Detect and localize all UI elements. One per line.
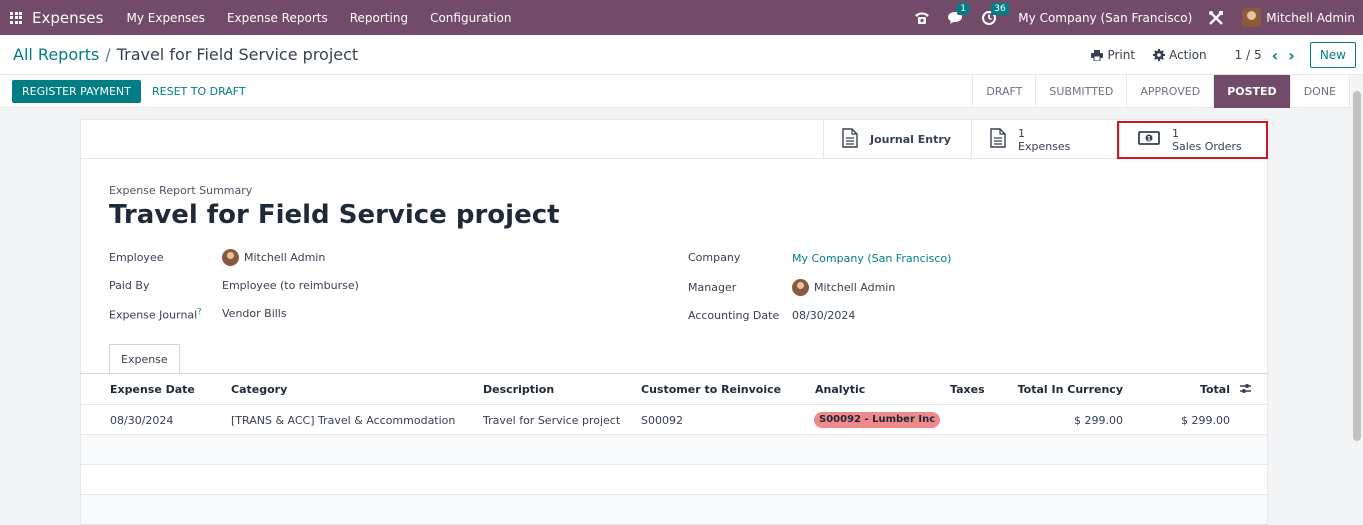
company-field[interactable]: My Company (San Francisco): [792, 252, 951, 265]
employee-field[interactable]: Mitchell Admin: [222, 249, 325, 266]
table-row[interactable]: 08/30/2024 [TRANS & ACC] Travel & Accomm…: [81, 405, 1267, 435]
top-navbar: Expenses My Expenses Expense Reports Rep…: [0, 0, 1363, 35]
table-header: Expense Date Category Description Custom…: [81, 374, 1267, 405]
paid-by-field[interactable]: Employee (to reimburse): [222, 279, 359, 292]
empty-row: [81, 495, 1267, 525]
register-payment-button[interactable]: REGISTER PAYMENT: [12, 80, 141, 103]
expenses-label: Expenses: [1018, 139, 1071, 153]
main-menu: My Expenses Expense Reports Reporting Co…: [115, 11, 522, 25]
phone-icon[interactable]: [914, 11, 930, 25]
column-settings-icon[interactable]: [1239, 382, 1252, 398]
status-bar: REGISTER PAYMENT RESET TO DRAFT DRAFT SU…: [0, 75, 1363, 108]
journal-entry-smart-button[interactable]: Journal Entry: [823, 120, 971, 159]
manager-field[interactable]: Mitchell Admin: [792, 279, 895, 296]
smart-button-box: Journal Entry 1 Expenses 1 1 Sales Order…: [81, 120, 1268, 159]
user-name: Mitchell Admin: [1266, 10, 1355, 25]
stage-pipeline: DRAFT SUBMITTED APPROVED POSTED DONE: [972, 75, 1350, 108]
accounting-date-label: Accounting Date: [688, 309, 780, 322]
form-subtitle: Expense Report Summary: [109, 184, 253, 197]
tab-expense[interactable]: Expense: [109, 344, 180, 374]
new-button[interactable]: New: [1309, 42, 1356, 68]
stage-done[interactable]: DONE: [1291, 75, 1350, 108]
manager-value: Mitchell Admin: [814, 281, 896, 294]
menu-configuration[interactable]: Configuration: [419, 11, 522, 25]
breadcrumb-all-reports[interactable]: All Reports: [13, 45, 99, 64]
menu-reporting[interactable]: Reporting: [339, 11, 419, 25]
col-description[interactable]: Description: [483, 383, 554, 396]
cell-category: [TRANS & ACC] Travel & Accommodation: [231, 414, 456, 427]
employee-avatar: [222, 249, 239, 266]
pager-next-icon[interactable]: ›: [1288, 46, 1295, 65]
expense-lines-table: Expense Date Category Description Custom…: [81, 374, 1267, 525]
accounting-date-field[interactable]: 08/30/2024: [792, 309, 855, 322]
col-expense-date[interactable]: Expense Date: [110, 383, 195, 396]
breadcrumb: All Reports / Travel for Field Service pro…: [13, 45, 358, 64]
expense-journal-label: Expense Journal?: [109, 307, 201, 322]
manager-label: Manager: [688, 281, 737, 294]
cell-description: Travel for Service project: [483, 414, 621, 427]
menu-expense-reports[interactable]: Expense Reports: [216, 11, 339, 25]
action-label: Action: [1169, 48, 1207, 62]
expense-journal-label-text: Expense Journal: [109, 308, 198, 322]
pager-value[interactable]: 1 / 5: [1235, 48, 1262, 62]
col-total[interactable]: Total: [1200, 383, 1230, 396]
employee-label: Employee: [109, 251, 164, 264]
empty-row: [81, 435, 1267, 465]
stage-draft[interactable]: DRAFT: [973, 75, 1037, 108]
manager-avatar: [792, 279, 809, 296]
col-category[interactable]: Category: [231, 383, 287, 396]
analytic-tag: S00092 - Lumber Inc: [814, 412, 941, 428]
vertical-scrollbar[interactable]: [1351, 75, 1363, 525]
col-taxes[interactable]: Taxes: [950, 383, 985, 396]
expense-journal-field[interactable]: Vendor Bills: [222, 307, 287, 320]
cell-total-in-currency: $ 299.00: [1074, 414, 1123, 427]
stage-submitted[interactable]: SUBMITTED: [1036, 75, 1128, 108]
cell-total: $ 299.00: [1181, 414, 1230, 427]
scrollbar-thumb[interactable]: [1353, 91, 1361, 441]
document-icon: [842, 128, 858, 151]
chat-icon[interactable]: 1: [948, 2, 970, 25]
reset-to-draft-button[interactable]: RESET TO DRAFT: [152, 80, 246, 103]
pager-previous-icon[interactable]: ‹: [1272, 46, 1279, 65]
help-tooltip-icon[interactable]: ?: [197, 307, 201, 316]
form-sheet: Journal Entry 1 Expenses 1 1 Sales Order…: [80, 119, 1268, 525]
expenses-count: 1: [1018, 126, 1025, 140]
breadcrumb-separator: /: [105, 45, 111, 64]
chat-badge: 1: [957, 2, 970, 15]
document-icon: [990, 128, 1006, 151]
stage-posted[interactable]: POSTED: [1214, 75, 1291, 108]
menu-my-expenses[interactable]: My Expenses: [115, 11, 215, 25]
col-analytic[interactable]: Analytic: [815, 383, 865, 396]
expenses-smart-button[interactable]: 1 Expenses: [971, 120, 1119, 159]
empty-row: [81, 465, 1267, 495]
apps-menu-icon[interactable]: [10, 11, 22, 24]
control-panel: All Reports / Travel for Field Service pro…: [0, 35, 1363, 75]
paid-by-label: Paid By: [109, 279, 150, 292]
stage-approved[interactable]: APPROVED: [1127, 75, 1215, 108]
print-label: Print: [1107, 48, 1136, 62]
gear-icon: [1153, 49, 1166, 61]
highlight-box: [1117, 121, 1268, 159]
app-name[interactable]: Expenses: [32, 9, 103, 27]
debug-tools-icon[interactable]: [1208, 10, 1224, 26]
user-avatar: [1242, 8, 1262, 27]
journal-entry-label: Journal Entry: [870, 133, 951, 146]
col-customer-to-reinvoice[interactable]: Customer to Reinvoice: [641, 383, 781, 396]
clock-icon[interactable]: 36: [982, 2, 1009, 25]
print-icon: [1091, 49, 1104, 61]
user-menu[interactable]: Mitchell Admin: [1242, 8, 1355, 27]
action-button[interactable]: Action: [1153, 48, 1207, 62]
cell-expense-date: 08/30/2024: [110, 414, 174, 427]
print-button[interactable]: Print: [1091, 48, 1135, 62]
company-label: Company: [688, 251, 741, 264]
breadcrumb-current: Travel for Field Service project: [116, 45, 359, 64]
employee-value: Mitchell Admin: [244, 251, 326, 264]
cell-customer: S00092: [641, 414, 683, 427]
col-total-in-currency[interactable]: Total In Currency: [1018, 383, 1123, 396]
page-title: Travel for Field Service project: [109, 200, 560, 230]
activity-badge: 36: [991, 2, 1009, 15]
company-switcher[interactable]: My Company (San Francisco): [1018, 11, 1192, 25]
